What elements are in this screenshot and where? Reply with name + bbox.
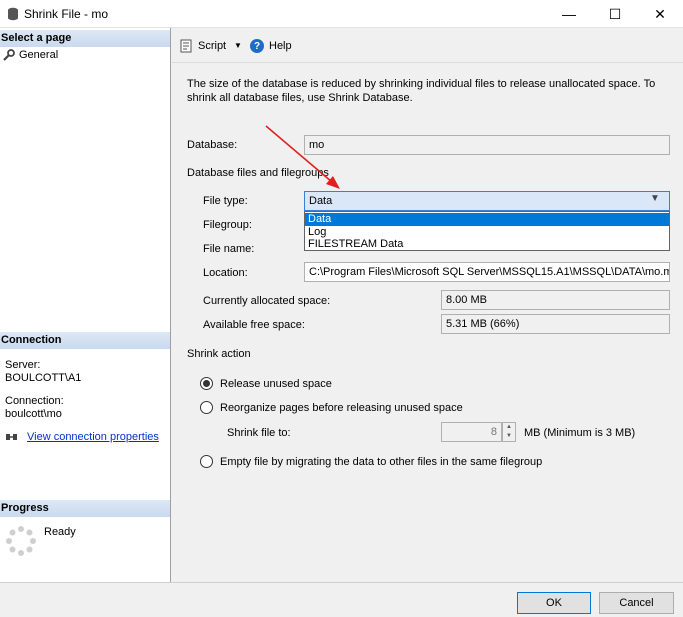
help-label: Help bbox=[269, 40, 292, 52]
cancel-button[interactable]: Cancel bbox=[599, 592, 674, 614]
radio-unselected-icon bbox=[200, 401, 213, 414]
database-label: Database: bbox=[187, 139, 238, 151]
title-bar: Shrink File - mo — ☐ ✕ bbox=[0, 0, 683, 28]
free-space-label: Available free space: bbox=[203, 319, 305, 331]
radio-unselected-icon bbox=[200, 455, 213, 468]
maximize-button[interactable]: ☐ bbox=[592, 0, 638, 28]
wrench-icon bbox=[3, 49, 15, 61]
empty-file-radio[interactable]: Empty file by migrating the data to othe… bbox=[200, 455, 542, 468]
file-type-label: File type: bbox=[203, 195, 248, 207]
filegroup-label: Filegroup: bbox=[203, 219, 252, 231]
release-unused-label: Release unused space bbox=[220, 377, 332, 390]
select-page-header: Select a page bbox=[0, 30, 170, 47]
script-dropdown-icon[interactable]: ▼ bbox=[234, 41, 242, 50]
connection-label: Connection: bbox=[5, 395, 64, 407]
shrink-file-to-input[interactable]: 8 bbox=[441, 422, 502, 442]
location-label: Location: bbox=[203, 267, 248, 279]
view-connection-link[interactable]: View connection properties bbox=[27, 431, 159, 443]
view-connection-properties[interactable]: View connection properties bbox=[5, 431, 159, 443]
close-button[interactable]: ✕ bbox=[637, 0, 683, 28]
minimize-button[interactable]: — bbox=[546, 0, 592, 28]
footer-divider bbox=[0, 582, 683, 583]
file-type-select[interactable]: Data bbox=[304, 191, 670, 211]
script-label: Script bbox=[198, 40, 227, 52]
location-field[interactable]: C:\Program Files\Microsoft SQL Server\MS… bbox=[304, 262, 670, 282]
connection-plug-icon bbox=[6, 434, 17, 440]
help-button[interactable]: ? Help bbox=[250, 39, 292, 53]
file-type-dropdown: Data Log FILESTREAM Data bbox=[304, 211, 670, 251]
ok-button[interactable]: OK bbox=[517, 592, 591, 614]
reorganize-pages-label: Reorganize pages before releasing unused… bbox=[220, 401, 463, 414]
help-icon: ? bbox=[250, 39, 264, 53]
connection-value: boulcott\mo bbox=[5, 408, 62, 420]
shrink-stepper[interactable]: ▲ ▼ bbox=[502, 422, 516, 442]
page-item-label: General bbox=[19, 49, 59, 61]
window-title: Shrink File - mo bbox=[24, 7, 109, 21]
page-item-general[interactable]: General bbox=[3, 49, 58, 61]
toolbar-divider bbox=[172, 62, 683, 63]
annotation-arrow-icon bbox=[265, 125, 340, 189]
shrink-file-to-label: Shrink file to: bbox=[227, 427, 291, 439]
script-button[interactable]: Script bbox=[179, 39, 226, 53]
left-pane: Select a page General Connection Server:… bbox=[0, 28, 171, 582]
progress-status: Ready bbox=[44, 526, 76, 538]
server-label: Server: bbox=[5, 359, 41, 371]
connection-header: Connection bbox=[0, 332, 170, 349]
progress-header: Progress bbox=[0, 500, 170, 517]
script-icon bbox=[180, 39, 192, 53]
shrink-action-label: Shrink action bbox=[187, 348, 251, 360]
option-data[interactable]: Data bbox=[305, 213, 669, 226]
database-field: mo bbox=[304, 135, 670, 155]
description-text: The size of the database is reduced by s… bbox=[187, 78, 656, 104]
database-icon bbox=[8, 7, 18, 21]
allocated-space-label: Currently allocated space: bbox=[203, 295, 331, 307]
release-unused-radio[interactable]: Release unused space bbox=[200, 377, 332, 390]
shrink-unit-label: MB (Minimum is 3 MB) bbox=[524, 427, 636, 439]
file-name-label: File name: bbox=[203, 243, 255, 255]
free-space-field: 5.31 MB (66%) bbox=[441, 314, 670, 334]
empty-file-label: Empty file by migrating the data to othe… bbox=[220, 455, 543, 468]
server-value: BOULCOTT\A1 bbox=[5, 372, 82, 384]
reorganize-pages-radio[interactable]: Reorganize pages before releasing unused… bbox=[200, 401, 463, 414]
radio-selected-icon bbox=[200, 377, 213, 390]
option-filestream[interactable]: FILESTREAM Data bbox=[305, 238, 669, 251]
chevron-down-icon[interactable]: ▼ bbox=[650, 193, 660, 204]
progress-spinner-icon bbox=[6, 526, 36, 556]
allocated-space-field: 8.00 MB bbox=[441, 290, 670, 310]
